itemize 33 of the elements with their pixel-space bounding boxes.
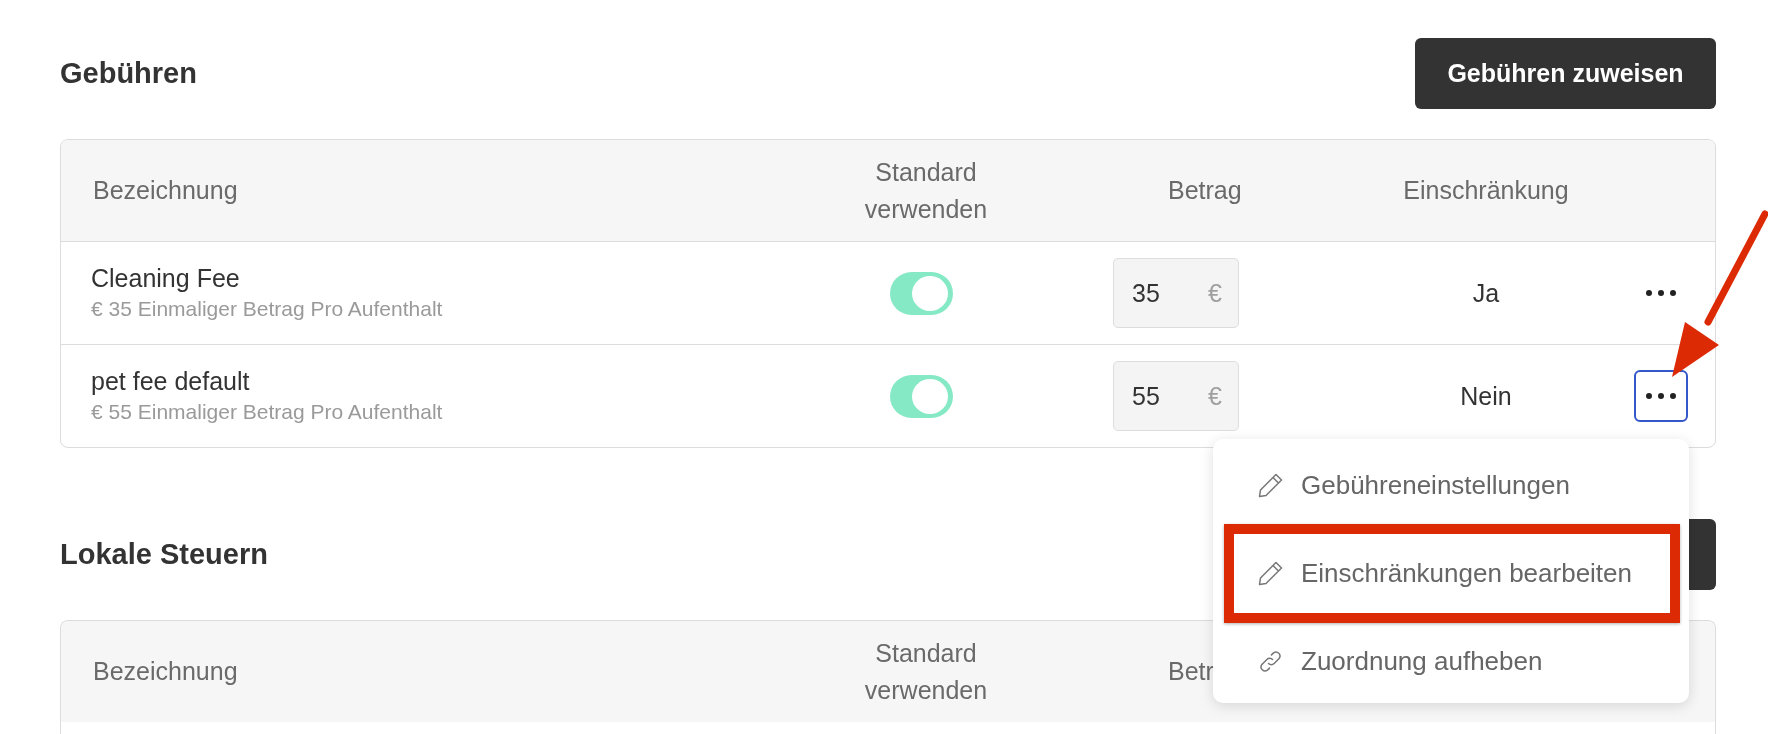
fee-description: € 55 Einmaliger Betrag Pro Aufenthalt	[91, 399, 444, 425]
menu-item[interactable]: Einschränkungen bearbeiten	[1213, 524, 1689, 623]
pencil-icon	[1258, 473, 1283, 498]
column-header: Betrag	[1168, 176, 1242, 204]
column-header: Bezeichnung	[93, 657, 238, 685]
amount-value: 35	[1132, 278, 1160, 308]
fee-description: € 35 Einmaliger Betrag Pro Aufenthalt	[91, 296, 444, 322]
toggle-switch[interactable]	[889, 374, 953, 418]
assign-button[interactable]: Gebühren zuweisen	[1415, 38, 1716, 109]
currency-symbol: €	[1208, 381, 1222, 411]
column-header: Standard verwenden	[864, 638, 988, 704]
column-header: Einschränkung	[1403, 176, 1569, 204]
toggle-switch[interactable]	[889, 271, 953, 315]
amount-field[interactable]: 55 €	[1113, 361, 1239, 431]
column-header: Standard verwenden	[864, 157, 988, 223]
menu-item[interactable]: Zuordnung aufheben	[1213, 623, 1689, 700]
restriction-value: Nein	[1460, 381, 1512, 411]
menu-item[interactable]: Gebühreneinstellungen	[1213, 447, 1689, 524]
more-icon	[1646, 290, 1676, 296]
column-header: Betr	[1168, 657, 1214, 685]
section-title: Gebühren	[60, 57, 197, 90]
more-button[interactable]	[1634, 370, 1688, 422]
fee-name: pet fee default	[91, 366, 251, 397]
restriction-value: Ja	[1472, 278, 1500, 308]
currency-symbol: €	[1208, 278, 1222, 308]
pencil-icon	[1258, 561, 1283, 586]
amount-value: 55	[1132, 381, 1160, 411]
section-title: Lokale Steuern	[60, 538, 268, 571]
more-icon	[1646, 393, 1676, 399]
amount-field[interactable]: 35 €	[1113, 258, 1239, 328]
column-header: Bezeichnung	[93, 176, 238, 204]
link-icon	[1258, 649, 1283, 674]
fee-name: Cleaning Fee	[91, 263, 241, 294]
